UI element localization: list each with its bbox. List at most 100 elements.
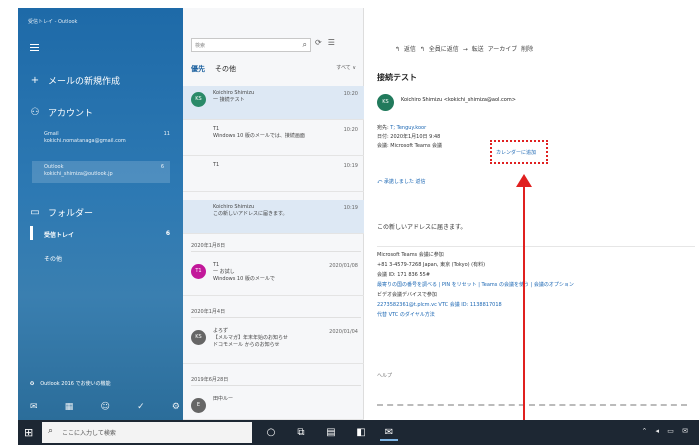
tab-other[interactable]: その他 (215, 64, 236, 74)
sender-avatar: KS (377, 94, 394, 111)
taskbar-search-placeholder: ここに入力して検索 (62, 430, 116, 437)
calendar-icon[interactable]: ▦ (65, 402, 74, 412)
person-icon: ⚇ (30, 107, 40, 118)
list-item[interactable]: E 田中ルー (183, 392, 364, 420)
body-line[interactable]: 最寄りの国の番号を調べる | PIN をリセット | Teams の会議を使う … (377, 280, 695, 290)
add-to-calendar-link[interactable]: カレンダーに追加 (496, 149, 536, 156)
item-date: 10:20 (343, 91, 358, 97)
plus-icon: + (30, 75, 40, 86)
taskbar-search[interactable]: ⌕ ここに入力して検索 (42, 422, 252, 443)
avatar: T1 (191, 264, 206, 279)
folder-item-other[interactable]: その他 (44, 254, 170, 263)
date-line: 日付: 2020年1月10日 9:48 (377, 134, 441, 140)
search-input[interactable]: 検索 ⌕ (191, 38, 311, 52)
reply-all-button[interactable]: ↰ 全員に返信 (420, 46, 459, 53)
body-line[interactable]: 2273582361@t.plcm.vc VTC 会議 ID: 11388170… (377, 300, 695, 310)
tab-focused[interactable]: 優先 (191, 64, 205, 74)
to-value[interactable]: T; Tenguy.koor (390, 125, 426, 131)
message-list: 検索 ⌕ ⟳☰ 優先 その他 すべて ∨ KS Koichiro Shimizu… (183, 8, 364, 420)
forward-button[interactable]: → 転送 (463, 46, 484, 53)
accounts-label: アカウント (48, 109, 94, 119)
body-line[interactable]: 代替 VTC のダイヤル方法 (377, 310, 695, 320)
window-title: 受信トレイ - Outlook (28, 19, 78, 25)
item-sender: T1 (213, 162, 220, 168)
unread-count: 11 (163, 131, 170, 137)
reply-button[interactable]: ↰ 返信 (395, 46, 416, 53)
explorer-icon[interactable]: ▤ (322, 424, 340, 441)
item-date: 10:19 (343, 205, 358, 211)
folders-header[interactable]: ▭ フォルダー (30, 206, 93, 219)
account-name: Outlook (44, 164, 64, 170)
sidebar-bottom-bar: ✉ ▦ ☺ ✓ ⚙ (30, 402, 180, 412)
lightbulb-icon: ✪ (30, 380, 35, 387)
rsvp-status[interactable]: ⤺ 承諾しました 返信 (377, 178, 426, 185)
folder-name: 受信トレイ (44, 232, 75, 239)
promo-link[interactable]: ✪ Outlook 2016 でお使いの機能 (30, 380, 111, 388)
item-sender: 田中ルー (213, 396, 234, 402)
account-email: kokichi.nomatanaga@gmail.com (44, 138, 126, 144)
search-icon: ⌕ (48, 426, 54, 436)
annotation-arrow-head (516, 174, 532, 187)
divider (377, 404, 687, 406)
inbox-tabs: 優先 その他 すべて ∨ (191, 64, 356, 74)
item-sub: Windows 10 版のメールで (213, 276, 275, 282)
avatar: KS (191, 330, 206, 345)
cortana-icon[interactable]: ○ (262, 424, 280, 441)
task-view-icon[interactable]: ⧉ (292, 424, 310, 441)
date-group-header: 2019年6月28日 (191, 376, 361, 386)
unread-count: 6 (160, 164, 164, 170)
filter-dropdown[interactable]: すべて ∨ (336, 64, 356, 74)
settings-icon[interactable]: ⚙ (172, 402, 180, 412)
account-name: Gmail (44, 131, 59, 137)
list-item[interactable]: Koichiro Shimizu この新しいアドレスに届きます。 10:19 (183, 200, 364, 234)
system-tray[interactable]: ⌃ ◂ ▭ ✉ (641, 427, 691, 435)
folder-icon: ▭ (30, 207, 40, 218)
search-placeholder: 検索 (195, 43, 206, 49)
folders-label: フォルダー (48, 209, 94, 219)
list-item[interactable]: T1 Windows 10 版のメールでは、接続画面 10:20 (183, 122, 364, 156)
account-item-gmail[interactable]: Gmail kokichi.nomatanaga@gmail.com 11 (44, 131, 170, 145)
highlight-box[interactable]: カレンダーに追加 (490, 140, 548, 164)
list-item[interactable]: KS よろず 【メルマガ】年末年始のお知らせ ドコモメール からのお知らせ 20… (183, 324, 364, 364)
mail-icon[interactable]: ✉ (30, 402, 38, 412)
accounts-header[interactable]: ⚇ アカウント (30, 106, 94, 119)
store-icon[interactable]: ◧ (352, 424, 370, 441)
sync-icon[interactable]: ⟳ (315, 38, 328, 47)
people-icon[interactable]: ☺ (101, 402, 110, 412)
help-link[interactable]: ヘルプ (377, 372, 392, 379)
reading-pane: ↰ 返信 ↰ 全員に返信 → 転送 アーカイブ 削除 接続テスト KS Koic… (365, 8, 699, 420)
item-preview: 一 お試し (213, 269, 235, 275)
annotation-arrow-shaft (523, 186, 525, 445)
archive-button[interactable]: アーカイブ (488, 46, 518, 53)
body-line: 会議 ID: 171 836 55# (377, 272, 431, 278)
body-line: Microsoft Teams 会議に参加 (377, 252, 444, 258)
search-icon[interactable]: ⌕ (303, 40, 307, 50)
navigation-pane: 受信トレイ - Outlook + メールの新規作成 ⚇ アカウント Gmail… (18, 8, 183, 420)
teams-line: 会議: Microsoft Teams 会議 (377, 143, 443, 149)
message-first-line: この新しいアドレスに届きます。 (377, 224, 467, 231)
item-date: 10:19 (343, 163, 358, 169)
account-item-outlook[interactable]: Outlook kokichi_shimiza@outlook.jp 6 (32, 161, 170, 183)
mail-app-icon[interactable]: ✉ (380, 424, 398, 441)
folder-name: その他 (44, 256, 63, 263)
message-body: Microsoft Teams 会議に参加 +81 3-4579-7268 Ja… (377, 246, 695, 320)
list-item[interactable]: T1 10:19 (183, 158, 364, 192)
date-group-header: 2020年1月8日 (191, 242, 361, 252)
sender-address[interactable]: Koichiro Shimizu <kokichi_shimiza@aol.co… (401, 96, 516, 104)
windows-start-icon[interactable]: ⊞ (24, 426, 33, 439)
todo-icon[interactable]: ✓ (137, 402, 145, 412)
list-item[interactable]: T1 T1 一 お試し Windows 10 版のメールで 2020/01/08 (183, 258, 364, 296)
delete-button[interactable]: 削除 (521, 46, 533, 53)
menu-icon[interactable] (30, 44, 39, 51)
new-mail-label: メールの新規作成 (48, 77, 121, 87)
item-date: 10:20 (343, 127, 358, 133)
account-email: kokichi_shimiza@outlook.jp (44, 171, 113, 177)
promo-text: Outlook 2016 でお使いの機能 (40, 381, 111, 387)
new-mail-button[interactable]: + メールの新規作成 (30, 74, 120, 87)
folder-item-inbox[interactable]: 受信トレイ 6 (30, 226, 170, 240)
to-label: 宛先 (377, 125, 388, 131)
select-mode-icon[interactable]: ☰ (328, 38, 341, 47)
list-item[interactable]: KS Koichiro Shimizu 一 接続テスト 10:20 (183, 86, 364, 120)
item-date: 2020/01/04 (329, 329, 358, 335)
item-preview: 一 接続テスト (213, 97, 245, 103)
